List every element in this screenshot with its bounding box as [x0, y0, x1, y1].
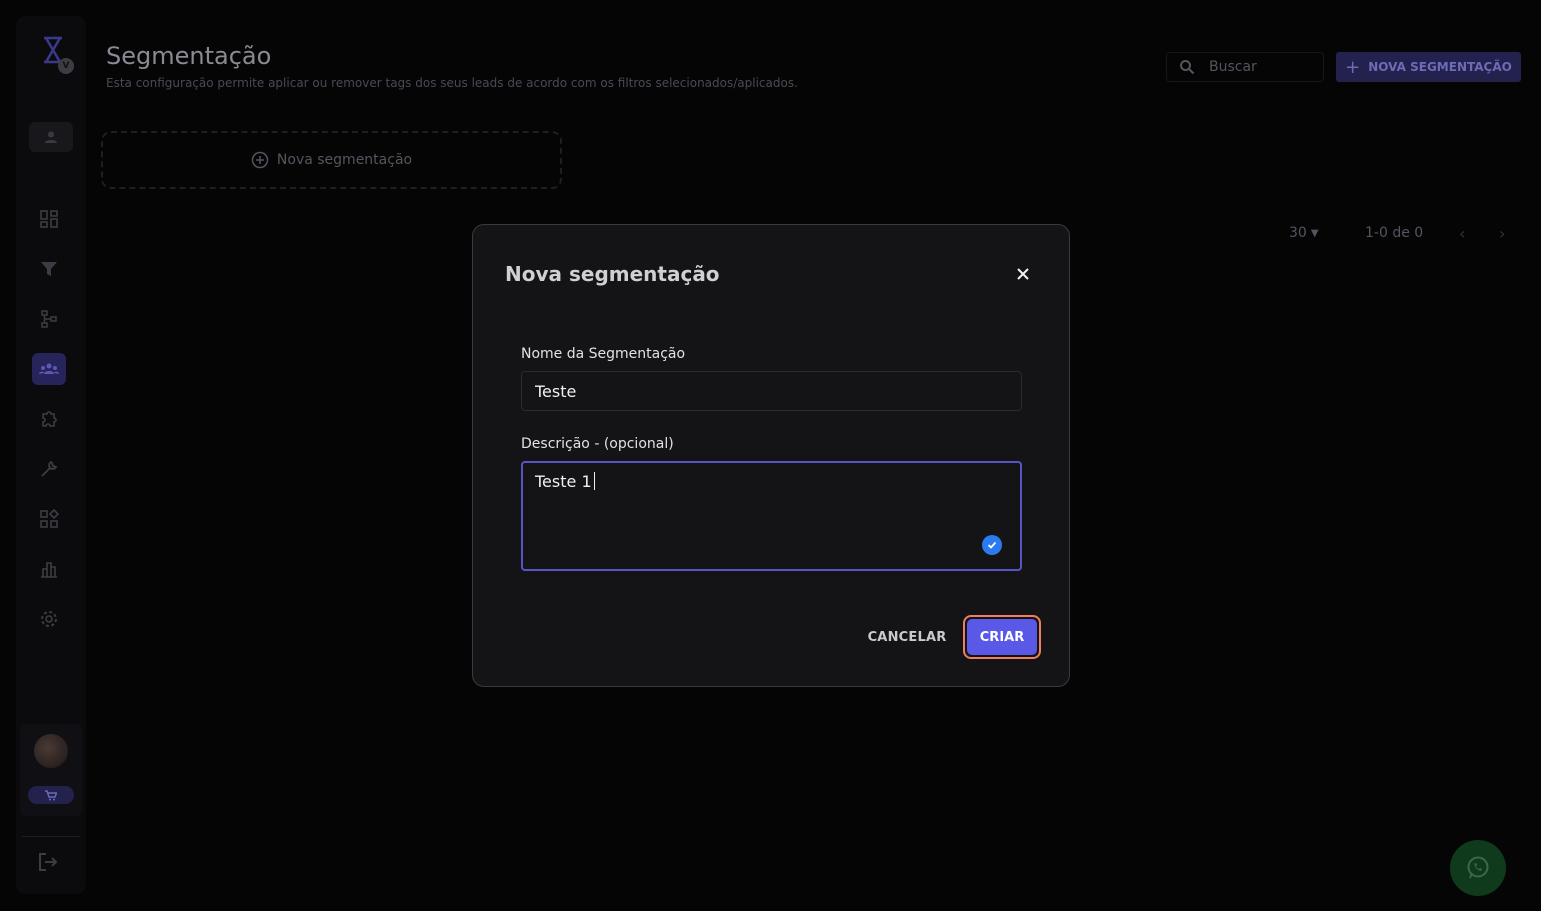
user-icon[interactable] [29, 122, 73, 152]
sidebar-divider [22, 836, 80, 837]
segmentation-name-input[interactable] [521, 371, 1022, 411]
segmentation-icon[interactable] [32, 353, 66, 385]
description-text: Teste 1 [535, 472, 595, 491]
page-title: Segmentação [106, 42, 272, 70]
tools-icon[interactable] [34, 454, 64, 484]
per-page-select[interactable]: 30 ▼ [1289, 225, 1365, 241]
new-segmentation-card-label: Nova segmentação [276, 152, 413, 168]
dashboard-icon[interactable] [34, 204, 64, 234]
gear-icon[interactable] [34, 604, 64, 634]
next-page-icon[interactable]: › [1499, 224, 1519, 243]
search-input[interactable]: Buscar [1166, 52, 1324, 82]
logo: V [36, 34, 74, 74]
close-icon [1017, 268, 1029, 280]
description-textarea[interactable]: Teste 1 [521, 461, 1022, 571]
logout-icon[interactable] [36, 850, 60, 874]
whatsapp-button[interactable] [1450, 840, 1506, 896]
whatsapp-icon [1467, 856, 1489, 879]
chart-icon[interactable] [34, 554, 64, 584]
check-icon [982, 535, 1002, 555]
search-icon [1180, 60, 1195, 75]
new-segmentation-button-label: NOVA SEGMENTAÇÃO [1368, 60, 1512, 74]
apps-icon[interactable] [34, 504, 64, 534]
page-subtitle: Esta configuração permite aplicar ou rem… [106, 76, 798, 90]
plus-icon: + [1345, 56, 1361, 78]
dialog-title: Nova segmentação [505, 262, 720, 286]
flow-icon[interactable] [34, 304, 64, 334]
search-placeholder: Buscar [1209, 59, 1257, 75]
account-panel [20, 724, 82, 816]
description-field-label: Descrição - (opcional) [521, 436, 674, 452]
pagination-range: 1-0 de 0 [1365, 225, 1424, 241]
sidebar: V [16, 16, 86, 894]
puzzle-icon[interactable] [34, 404, 64, 434]
chevron-down-icon: ▼ [1310, 227, 1319, 239]
pagination: 30 ▼ 1-0 de 0 ‹ › [1289, 224, 1519, 243]
create-button[interactable]: CRIAR [963, 615, 1041, 659]
new-segmentation-dialog: Nova segmentação Nome da Segmentação Des… [472, 224, 1070, 687]
new-segmentation-button[interactable]: + NOVA SEGMENTAÇÃO [1336, 52, 1521, 82]
close-button[interactable] [1012, 263, 1034, 285]
new-segmentation-card[interactable]: Nova segmentação [101, 131, 562, 189]
cart-icon[interactable] [28, 786, 74, 804]
name-field-label: Nome da Segmentação [521, 346, 686, 362]
filter-icon[interactable] [34, 254, 64, 284]
avatar[interactable] [34, 734, 68, 768]
prev-page-icon[interactable]: ‹ [1459, 224, 1499, 243]
add-circle-icon [251, 151, 269, 169]
version-badge-icon: V [58, 58, 74, 74]
per-page-value: 30 [1289, 225, 1307, 241]
cancel-button[interactable]: CANCELAR [861, 623, 953, 651]
create-button-label: CRIAR [967, 619, 1037, 655]
text-caret [593, 472, 595, 490]
